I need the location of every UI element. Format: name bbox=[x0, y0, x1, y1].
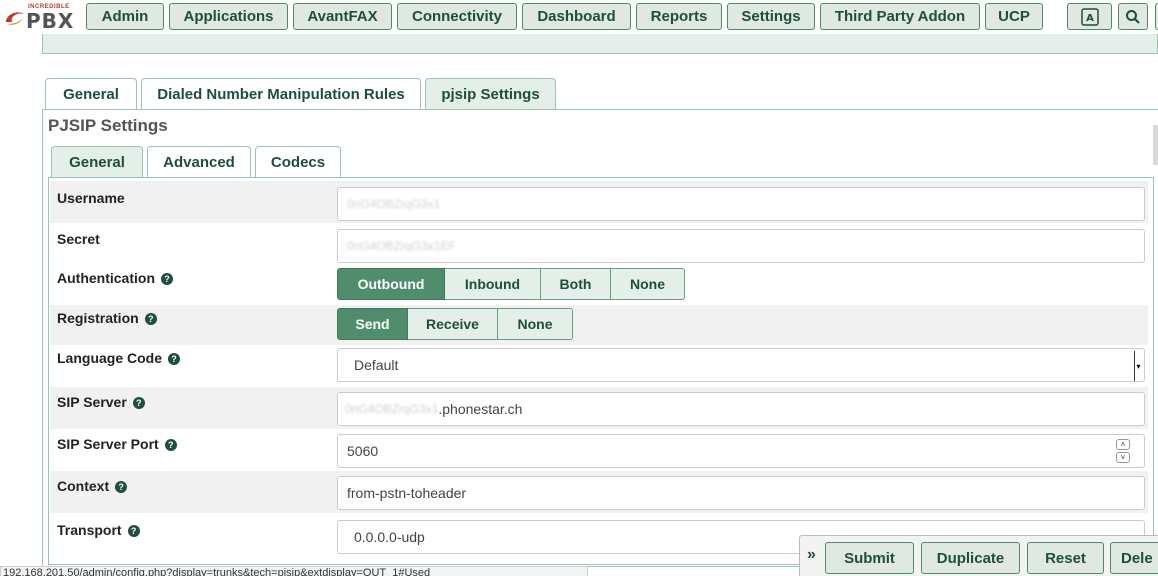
auth-inbound-option[interactable]: Inbound bbox=[445, 268, 541, 300]
secret-row: Secret 0nG4OBZrqG3x1EF bbox=[50, 223, 1148, 265]
auth-both-option[interactable]: Both bbox=[541, 268, 611, 300]
sip-server-port-value: 5060 bbox=[347, 443, 379, 459]
sip-server-port-label: SIP Server Port? bbox=[57, 436, 177, 452]
username-value: 0nG4OBZrqG3x1 bbox=[347, 197, 441, 211]
reg-receive-option[interactable]: Receive bbox=[408, 308, 498, 340]
subtab-general[interactable]: General bbox=[51, 146, 143, 178]
help-icon[interactable]: ? bbox=[115, 481, 128, 493]
nav-avantfax[interactable]: AvantFAX bbox=[293, 3, 392, 30]
language-code-value: Default bbox=[354, 357, 399, 373]
submit-button[interactable]: Submit bbox=[825, 542, 914, 574]
scrollbar[interactable] bbox=[1153, 125, 1158, 165]
top-navbar: INCREDIBLE PBX Admin Applications AvantF… bbox=[0, 0, 1158, 34]
language-button[interactable]: A bbox=[1067, 3, 1112, 30]
authentication-row: Authentication? Outbound Inbound Both No… bbox=[50, 265, 1148, 305]
registration-label: Registration? bbox=[57, 310, 157, 326]
sip-server-hidden-value: 0nG4OBZrqG3x1 bbox=[345, 402, 439, 416]
svg-text:A: A bbox=[1086, 13, 1094, 24]
language-code-label: Language Code? bbox=[57, 350, 181, 366]
delete-button[interactable]: Dele bbox=[1110, 542, 1158, 574]
breadcrumb-bar bbox=[42, 34, 1158, 54]
nav-third-party-addon[interactable]: Third Party Addon bbox=[820, 3, 980, 30]
translate-icon: A bbox=[1080, 7, 1099, 26]
help-icon[interactable]: ? bbox=[164, 439, 177, 451]
language-code-select[interactable]: Default ▾ bbox=[337, 348, 1145, 382]
context-label: Context? bbox=[57, 478, 128, 494]
nav-reports[interactable]: Reports bbox=[636, 3, 722, 30]
authentication-toggle: Outbound Inbound Both None bbox=[337, 268, 685, 300]
search-icon bbox=[1126, 9, 1140, 24]
tab-general[interactable]: General bbox=[45, 78, 137, 110]
sip-server-port-row: SIP Server Port? 5060 ˄ ˅ bbox=[50, 429, 1148, 471]
status-url-bar: 192.168.201.50/admin/config.php?display=… bbox=[0, 566, 588, 576]
stepper-down-icon[interactable]: ˅ bbox=[1116, 452, 1130, 463]
nav-connectivity[interactable]: Connectivity bbox=[397, 3, 517, 30]
nav-ucp[interactable]: UCP bbox=[985, 3, 1043, 30]
auth-outbound-option[interactable]: Outbound bbox=[337, 268, 445, 300]
secret-value: 0nG4OBZrqG3x1EF bbox=[347, 239, 456, 253]
incredible-pbx-logo[interactable]: INCREDIBLE PBX bbox=[4, 4, 82, 33]
sip-server-input[interactable]: 0nG4OBZrqG3x1 .phonestar.ch bbox=[337, 392, 1145, 426]
help-icon[interactable]: ? bbox=[144, 313, 157, 325]
subtab-codecs[interactable]: Codecs bbox=[255, 146, 341, 178]
reset-button[interactable]: Reset bbox=[1027, 542, 1104, 574]
registration-row: Registration? Send Receive None bbox=[50, 305, 1148, 345]
port-stepper[interactable]: ˄ ˅ bbox=[1116, 439, 1130, 463]
registration-toggle: Send Receive None bbox=[337, 308, 573, 340]
secret-label: Secret bbox=[57, 231, 100, 247]
sip-server-row: SIP Server? 0nG4OBZrqG3x1 .phonestar.ch bbox=[50, 387, 1148, 429]
help-icon[interactable]: ? bbox=[168, 353, 181, 365]
chevron-down-icon: ▾ bbox=[1134, 351, 1142, 381]
nav-settings[interactable]: Settings bbox=[727, 3, 815, 30]
sip-server-value: .phonestar.ch bbox=[438, 401, 523, 417]
context-value: from-pstn-toheader bbox=[347, 485, 467, 501]
username-input[interactable]: 0nG4OBZrqG3x1 bbox=[337, 187, 1145, 221]
stepper-up-icon[interactable]: ˄ bbox=[1116, 439, 1130, 450]
language-code-row: Language Code? Default ▾ bbox=[50, 345, 1148, 387]
subtab-advanced[interactable]: Advanced bbox=[147, 146, 251, 178]
transport-label: Transport? bbox=[57, 522, 140, 538]
auth-none-option[interactable]: None bbox=[611, 268, 685, 300]
logo-swirl-icon bbox=[6, 12, 24, 25]
help-icon[interactable]: ? bbox=[132, 397, 145, 409]
nav-applications[interactable]: Applications bbox=[169, 3, 288, 30]
action-bar: » Submit Duplicate Reset Dele bbox=[799, 535, 1158, 576]
help-icon[interactable]: ? bbox=[127, 525, 140, 537]
help-icon[interactable]: ? bbox=[161, 273, 173, 285]
tab-dialed-number-manipulation-rules[interactable]: Dialed Number Manipulation Rules bbox=[141, 78, 421, 110]
search-button[interactable] bbox=[1118, 3, 1148, 30]
authentication-label: Authentication? bbox=[57, 270, 173, 286]
section-title: PJSIP Settings bbox=[48, 116, 168, 135]
username-row: Username 0nG4OBZrqG3x1 bbox=[50, 181, 1148, 223]
sip-server-port-input[interactable]: 5060 ˄ ˅ bbox=[337, 434, 1145, 468]
context-row: Context? from-pstn-toheader bbox=[50, 471, 1148, 513]
secret-input[interactable]: 0nG4OBZrqG3x1EF bbox=[337, 229, 1145, 263]
transport-value: 0.0.0.0-udp bbox=[354, 529, 425, 545]
collapse-chevron-icon[interactable]: » bbox=[807, 546, 816, 564]
nav-dashboard[interactable]: Dashboard bbox=[522, 3, 631, 30]
reg-send-option[interactable]: Send bbox=[337, 308, 408, 340]
nav-admin[interactable]: Admin bbox=[86, 3, 164, 30]
logo-big-text: PBX bbox=[26, 9, 75, 33]
tab-pjsip-settings[interactable]: pjsip Settings bbox=[425, 78, 556, 110]
context-input[interactable]: from-pstn-toheader bbox=[337, 476, 1145, 510]
sip-server-label: SIP Server? bbox=[57, 394, 145, 410]
duplicate-button[interactable]: Duplicate bbox=[921, 542, 1020, 574]
username-label: Username bbox=[57, 190, 125, 206]
reg-none-option[interactable]: None bbox=[498, 308, 573, 340]
